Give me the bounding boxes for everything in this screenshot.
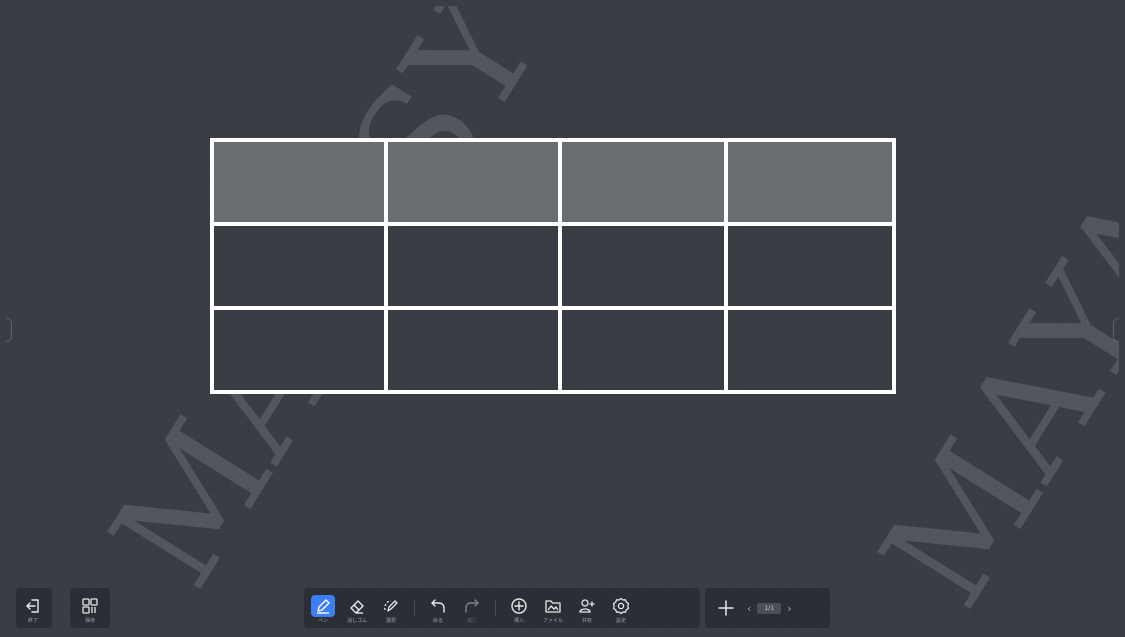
chevron-right-icon[interactable]: ›: [787, 602, 791, 615]
table-cell[interactable]: [384, 222, 562, 310]
main-toolbar: ペン 消しゴム 選択 戻る 進む 挿入 ファイル 共有 設定: [304, 588, 700, 628]
share-label: 共有: [581, 618, 592, 624]
whiteboard-canvas[interactable]: MAYASY MAYASY: [6, 6, 1119, 633]
page-toolbar: ‹ 1/1 ›: [705, 588, 830, 628]
page-indicator[interactable]: 1/1: [757, 602, 782, 614]
table-cell[interactable]: [558, 306, 728, 394]
eraser-tool[interactable]: 消しゴム: [340, 588, 374, 628]
table-cell[interactable]: [384, 138, 562, 226]
eraser-label: 消しゴム: [346, 618, 367, 624]
exit-label: 終了: [27, 618, 38, 624]
pen-icon: [311, 595, 335, 617]
undo-icon: [426, 595, 450, 617]
table-header-row: [210, 138, 896, 226]
redo-label: 進む: [466, 618, 477, 624]
menu-group: 保存: [70, 588, 110, 628]
redo-icon: [460, 595, 484, 617]
table-row: [210, 306, 896, 394]
file-button[interactable]: ファイル: [536, 588, 570, 628]
share-button[interactable]: 共有: [570, 588, 604, 628]
undo-label: 戻る: [432, 618, 443, 624]
pen-label: ペン: [317, 618, 328, 624]
table-cell[interactable]: [558, 222, 728, 310]
toolbar-divider: [414, 600, 415, 616]
left-edge-handle[interactable]: [6, 318, 12, 342]
exit-button[interactable]: 終了: [16, 588, 50, 628]
menu-label: 保存: [84, 618, 95, 624]
select-tool[interactable]: 選択: [374, 588, 408, 628]
insert-button[interactable]: 挿入: [502, 588, 536, 628]
gear-icon: [609, 595, 633, 617]
select-label: 選択: [385, 618, 396, 624]
table-cell[interactable]: [210, 222, 388, 310]
insert-label: 挿入: [513, 618, 524, 624]
exit-group: 終了: [16, 588, 52, 628]
undo-button[interactable]: 戻る: [421, 588, 455, 628]
add-page-button[interactable]: [713, 588, 739, 628]
table-row: [210, 222, 896, 310]
table-cell[interactable]: [558, 138, 728, 226]
table-cell[interactable]: [724, 222, 896, 310]
add-circle-icon: [507, 595, 531, 617]
folder-icon: [541, 595, 565, 617]
grid-menu-icon: [78, 595, 102, 617]
pen-tool[interactable]: ペン: [306, 588, 340, 628]
plus-icon: [714, 597, 738, 619]
eraser-icon: [345, 595, 369, 617]
table-cell[interactable]: [210, 306, 388, 394]
exit-icon: [21, 595, 45, 617]
file-label: ファイル: [542, 618, 563, 624]
settings-label: 設定: [615, 618, 626, 624]
lasso-select-icon: [379, 595, 403, 617]
menu-button[interactable]: 保存: [70, 588, 110, 628]
toolbar-divider: [495, 600, 496, 616]
settings-button[interactable]: 設定: [604, 588, 638, 628]
chevron-left-icon[interactable]: ‹: [747, 602, 751, 615]
redo-button[interactable]: 進む: [455, 588, 489, 628]
drawn-table[interactable]: [210, 138, 896, 394]
table-cell[interactable]: [210, 138, 388, 226]
table-cell[interactable]: [724, 138, 896, 226]
table-cell[interactable]: [384, 306, 562, 394]
page-navigator: ‹ 1/1 ›: [747, 602, 791, 615]
right-edge-handle[interactable]: [1113, 318, 1119, 342]
table-cell[interactable]: [724, 306, 896, 394]
add-user-icon: [575, 595, 599, 617]
